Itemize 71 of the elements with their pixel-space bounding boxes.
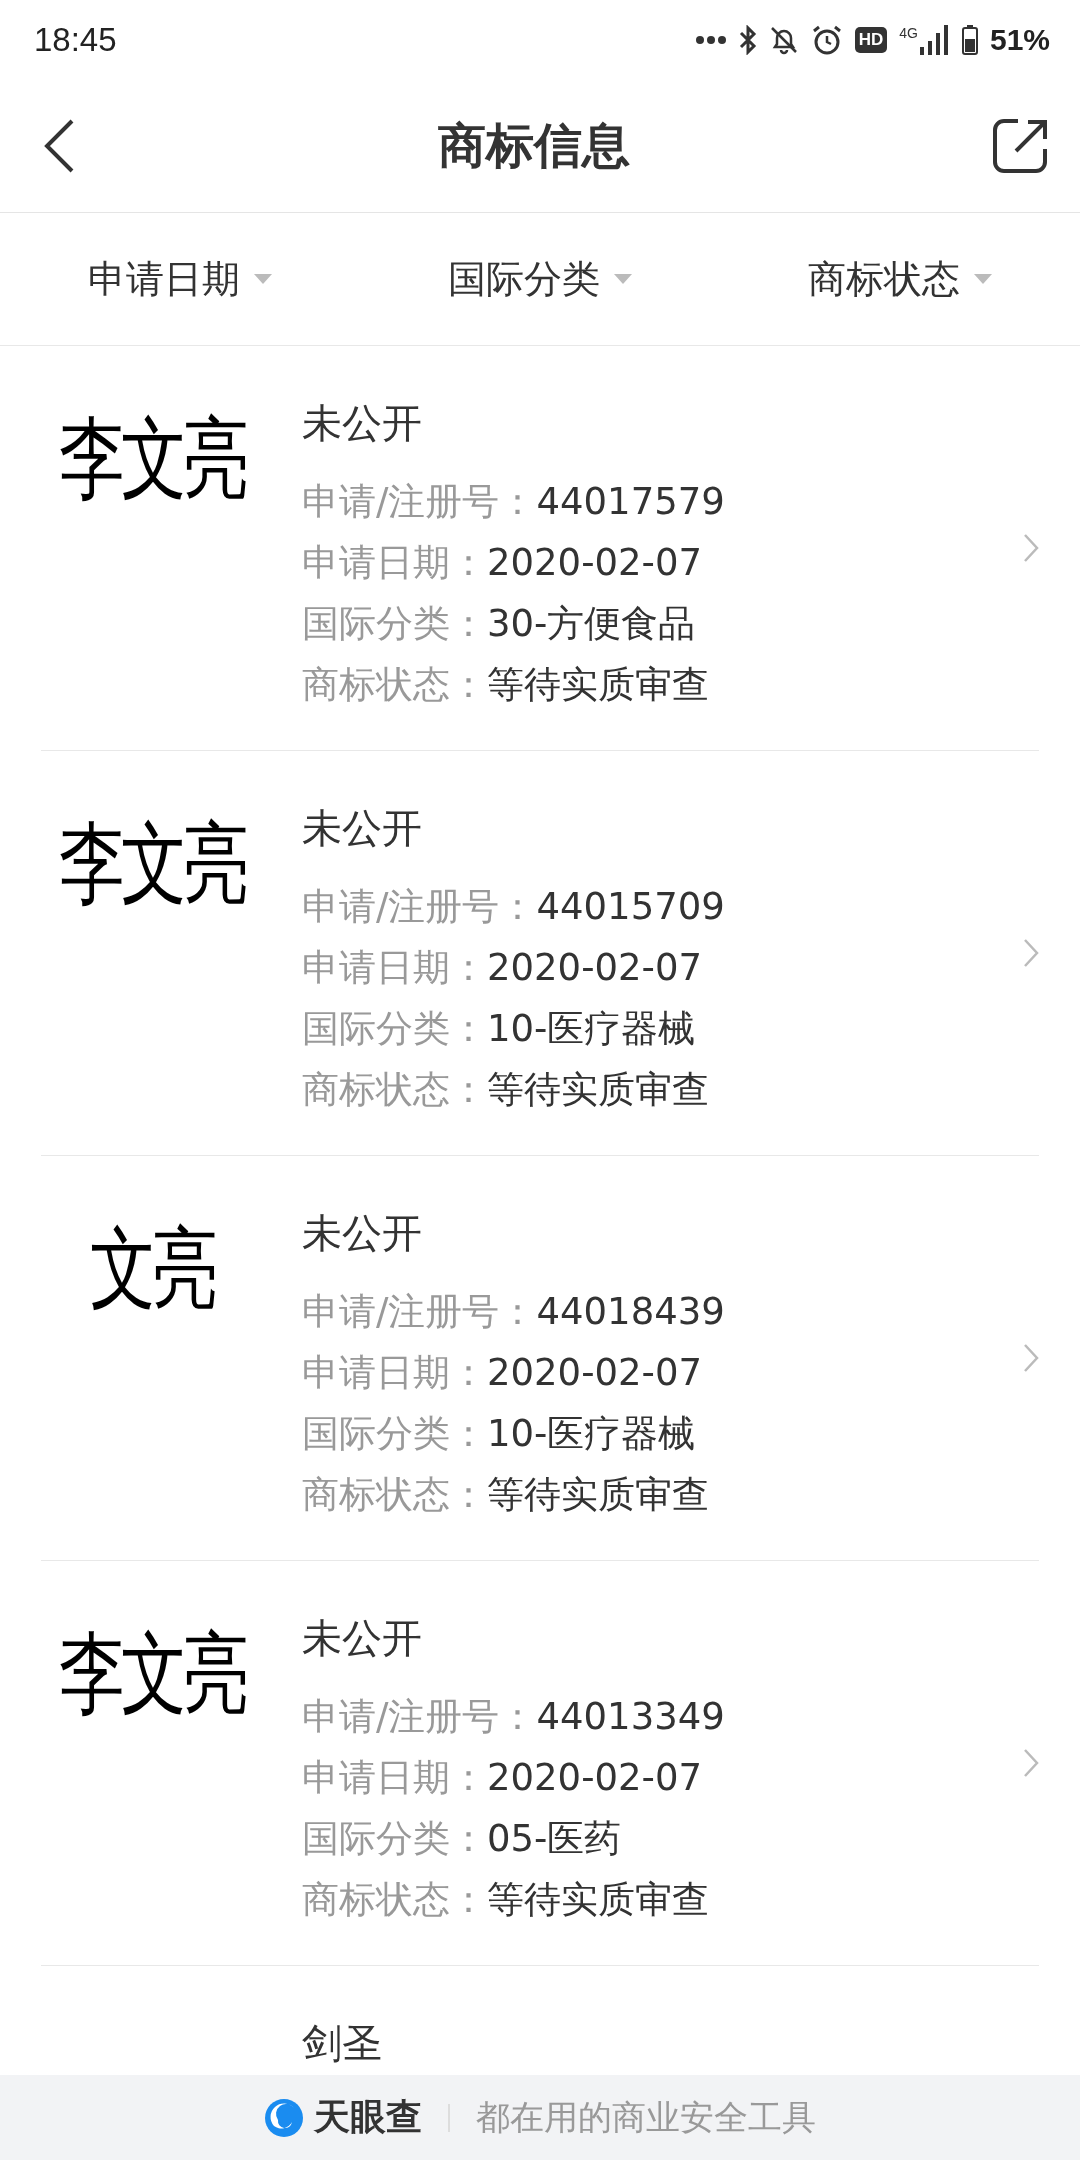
page-title: 商标信息 (438, 116, 630, 175)
trademark-row[interactable]: 李文亮 未公开 申请/注册号：44017579 申请日期：2020-02-07 国际分类：30-方便食品 商标状态：等待实质审查 (0, 346, 1080, 751)
field-value: 等待实质审查 (487, 663, 709, 706)
field-label: 申请日期： (302, 1756, 487, 1799)
clock-time: 18:45 (34, 21, 117, 59)
filter-dropdown[interactable]: 国际分类 (360, 213, 720, 345)
trademark-name: 未公开 (302, 399, 423, 448)
field-label: 申请/注册号： (302, 1290, 537, 1333)
field-label: 申请/注册号： (302, 885, 537, 928)
battery-percent: 51% (989, 23, 1050, 57)
bluetooth-icon (738, 25, 757, 55)
chevron-right-icon (1023, 1748, 1039, 1778)
trademark-row[interactable]: 李文亮 未公开 申请/注册号：44015709 申请日期：2020-02-07 国际分类：10-医疗器械 商标状态：等待实质审查 (0, 751, 1080, 1156)
trademark-image: 李文亮 (58, 1629, 245, 1719)
field-value: 30-方便食品 (487, 602, 696, 645)
field-label: 商标状态： (302, 1068, 487, 1111)
filter-dropdown[interactable]: 申请日期 (0, 213, 360, 345)
back-icon (42, 118, 76, 174)
field-value: 2020-02-07 (487, 946, 703, 989)
filter-dropdown[interactable]: 商标状态 (720, 213, 1080, 345)
brand-name: 天眼查 (314, 2095, 422, 2139)
field-label: 商标状态： (302, 663, 487, 706)
field-value: 2020-02-07 (487, 1351, 703, 1394)
field-label: 国际分类： (302, 1412, 487, 1455)
field-label: 申请/注册号： (302, 1695, 537, 1738)
dropdown-caret-icon (614, 274, 632, 284)
field-value: 05-医药 (487, 1817, 622, 1860)
trademark-name: 未公开 (302, 1614, 423, 1663)
trademark-image: 文亮 (89, 1224, 214, 1314)
chevron-right-icon (1023, 533, 1039, 563)
field-label: 国际分类： (302, 1817, 487, 1860)
network-type: 4G (899, 25, 918, 41)
logo-icon (264, 2097, 304, 2138)
field-value: 等待实质审查 (487, 1473, 709, 1516)
field-label: 商标状态： (302, 1473, 487, 1516)
field-label: 商标状态： (302, 1878, 487, 1921)
field-value: 2020-02-07 (487, 1756, 703, 1799)
field-value: 44013349 (536, 1695, 725, 1738)
field-label: 国际分类： (302, 602, 487, 645)
trademark-image: 李文亮 (58, 819, 245, 909)
slogan-text: 都在用的商业安全工具 (476, 2095, 816, 2139)
battery-icon (961, 25, 978, 55)
trademark-row[interactable]: 文亮 未公开 申请/注册号：44018439 申请日期：2020-02-07 国际分类：10-医疗器械 商标状态：等待实质审查 (0, 1156, 1080, 1561)
alarm-clock-icon (810, 24, 843, 56)
field-value: 44018439 (536, 1290, 725, 1333)
trademark-name: 未公开 (302, 804, 423, 853)
field-value: 10-医疗器械 (487, 1412, 696, 1455)
share-icon (992, 117, 1050, 175)
signal-icon (919, 25, 950, 55)
field-label: 申请日期： (302, 541, 487, 584)
field-value: 等待实质审查 (487, 1068, 709, 1111)
trademark-row[interactable]: 李文亮 未公开 申请/注册号：44013349 申请日期：2020-02-07 国际分类：05-医药 商标状态：等待实质审查 (0, 1561, 1080, 1966)
field-value: 44015709 (536, 885, 725, 928)
dropdown-caret-icon (254, 274, 272, 284)
field-value: 10-医疗器械 (487, 1007, 696, 1050)
dropdown-caret-icon (974, 274, 992, 284)
field-value: 44017579 (536, 480, 725, 523)
trademark-image: 李文亮 (58, 414, 245, 504)
trademark-name: 未公开 (302, 1209, 423, 1258)
field-label: 申请日期： (302, 946, 487, 989)
field-value: 等待实质审查 (487, 1878, 709, 1921)
field-label: 申请日期： (302, 1351, 487, 1394)
field-value: 2020-02-07 (487, 541, 703, 584)
field-label: 申请/注册号： (302, 480, 537, 523)
chevron-right-icon (1023, 1343, 1039, 1373)
more-dots-icon (694, 35, 727, 45)
muted-bell-icon (768, 25, 799, 55)
hd-badge: HD (854, 27, 888, 53)
trademark-name: 剑圣 (302, 2019, 383, 2068)
field-label: 国际分类： (302, 1007, 487, 1050)
chevron-right-icon (1023, 938, 1039, 968)
